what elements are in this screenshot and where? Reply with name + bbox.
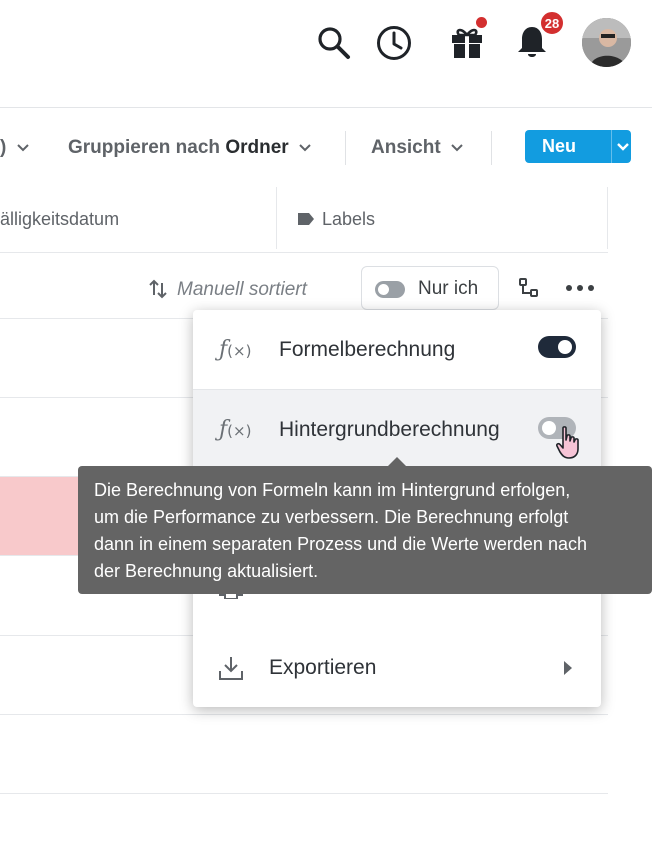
filter-dropdown[interactable]: ) xyxy=(0,137,30,159)
avatar[interactable] xyxy=(582,18,631,67)
toolbar-divider xyxy=(491,131,492,165)
function-icon: ƒ(×) xyxy=(219,337,252,362)
chevron-down-icon[interactable] xyxy=(616,142,630,152)
label-tag-icon xyxy=(298,213,314,225)
chevron-right-icon xyxy=(564,661,572,675)
more-options-icon[interactable] xyxy=(565,284,595,292)
hierarchy-icon[interactable] xyxy=(518,277,540,299)
group-by-prefix: Gruppieren nach xyxy=(68,137,226,158)
notification-count-badge: 28 xyxy=(539,10,565,36)
gift-notification-dot xyxy=(476,17,487,28)
column-due-date[interactable]: älligkeitsdatum xyxy=(0,209,119,230)
column-labels[interactable]: Labels xyxy=(322,209,375,230)
menu-item-export[interactable]: Exportieren xyxy=(193,628,601,707)
column-divider xyxy=(276,187,277,249)
user-photo-icon xyxy=(582,18,631,67)
chevron-down-icon xyxy=(299,144,311,152)
download-icon xyxy=(219,657,243,680)
menu-item-label: Hintergrundberechnung xyxy=(279,418,500,441)
chevron-down-icon xyxy=(16,144,29,152)
tooltip-line: Die Berechnung von Formeln kann im Hinte… xyxy=(94,480,571,500)
menu-item-label: Exportieren xyxy=(269,656,377,679)
only-me-toggle-button[interactable]: Nur ich xyxy=(361,266,499,310)
menu-item-formula-calculation[interactable]: ƒ(×) Formelberechnung xyxy=(193,310,601,389)
new-button-divider xyxy=(611,130,612,163)
view-label: Ansicht xyxy=(371,137,441,158)
function-icon: ƒ(×) xyxy=(219,417,252,442)
tooltip-line: dann in einem separaten Prozess und die … xyxy=(94,534,587,554)
filter-label-fragment: ) xyxy=(0,137,7,158)
top-header: 28 xyxy=(0,0,652,108)
formula-calculation-toggle[interactable] xyxy=(538,336,576,358)
gift-icon[interactable] xyxy=(449,24,485,60)
sort-mode-label[interactable]: Manuell sortiert xyxy=(177,279,307,301)
view-dropdown[interactable]: Ansicht xyxy=(371,137,464,159)
column-divider xyxy=(607,187,608,249)
new-button-label: Neu xyxy=(542,136,577,156)
column-header-row: älligkeitsdatum Labels xyxy=(0,187,608,253)
sort-arrows-icon[interactable] xyxy=(148,278,168,300)
chevron-down-icon xyxy=(451,144,463,152)
toolbar-divider xyxy=(345,131,346,165)
only-me-label: Nur ich xyxy=(418,278,479,299)
group-by-dropdown[interactable]: Gruppieren nach Ordner xyxy=(68,137,312,159)
search-icon[interactable] xyxy=(316,25,352,61)
history-clock-icon[interactable] xyxy=(375,24,413,62)
group-by-value: Ordner xyxy=(225,137,289,158)
tooltip-line: um die Performance zu verbessern. Die Be… xyxy=(94,507,569,527)
menu-item-label: Formelberechnung xyxy=(279,338,456,361)
background-calculation-tooltip: Die Berechnung von Formeln kann im Hinte… xyxy=(78,457,652,594)
only-me-toggle[interactable] xyxy=(375,281,405,298)
hand-pointer-cursor-icon xyxy=(555,426,579,459)
tooltip-line: der Berechnung aktualisiert. xyxy=(94,561,319,581)
new-button[interactable]: Neu xyxy=(525,130,631,163)
table-row[interactable] xyxy=(0,715,608,794)
